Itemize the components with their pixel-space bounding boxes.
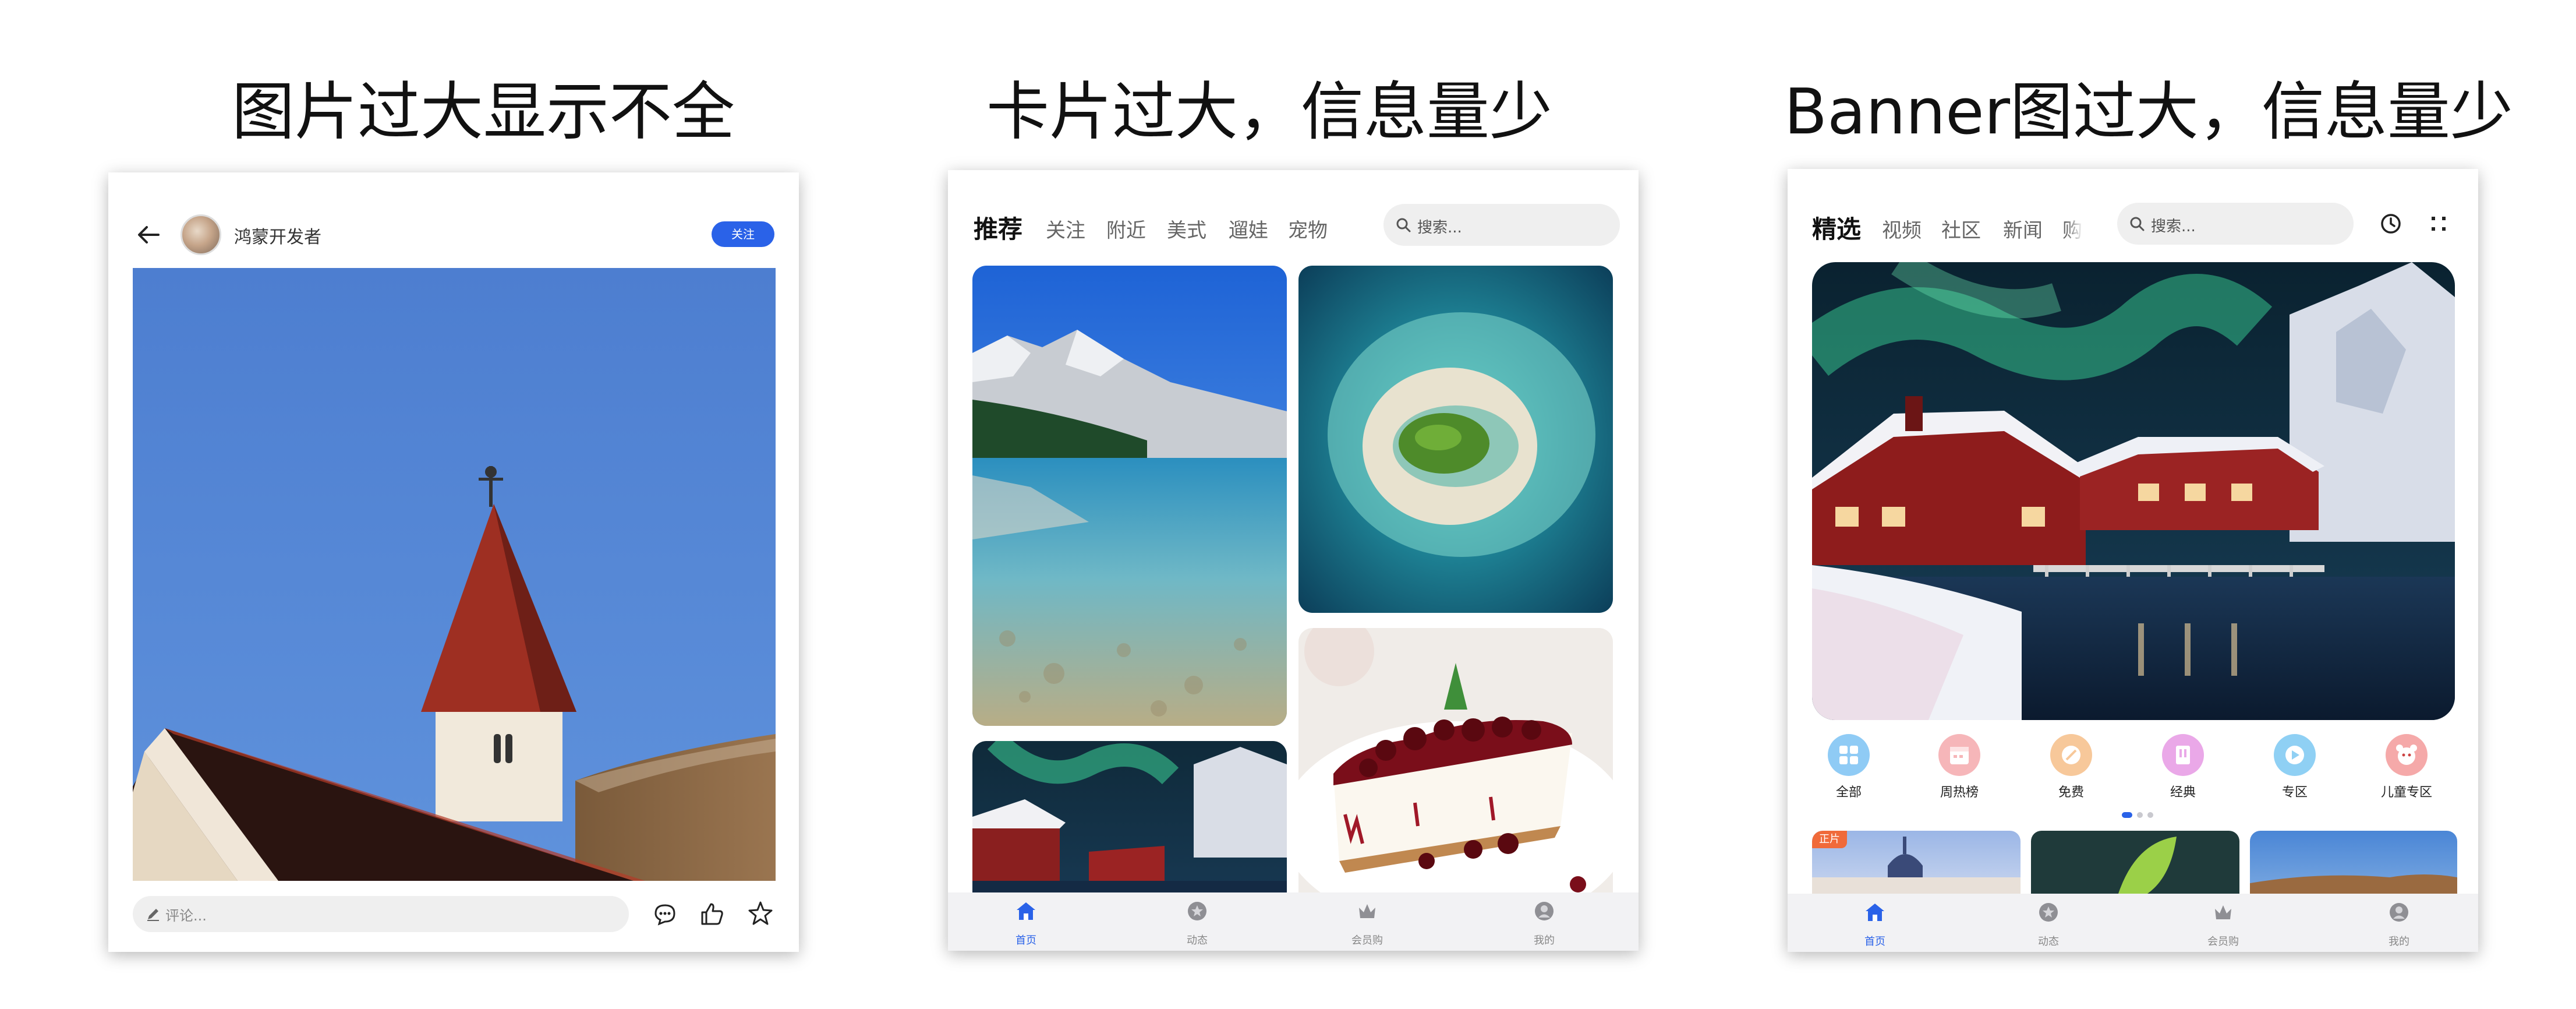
- tab-community[interactable]: 社区: [1941, 214, 1981, 243]
- caption-banner-too-large: Banner图过大，信息量少: [1784, 76, 2514, 149]
- search-input[interactable]: 搜索...: [2117, 203, 2354, 245]
- nav-home-label: 首页: [1864, 936, 1885, 948]
- badge-feature: 正片: [1812, 831, 1847, 848]
- nav-home[interactable]: 首页: [1840, 899, 1910, 950]
- bottom-nav: 首页 动态 会员购 我的: [1788, 894, 2478, 952]
- nav-vip-shop-label: 会员购: [2207, 936, 2239, 948]
- category-kids-label: 儿童专区: [2380, 785, 2432, 800]
- tab-recommend[interactable]: 推荐: [974, 210, 1022, 245]
- avatar[interactable]: [181, 214, 221, 255]
- tab-news[interactable]: 新闻: [2003, 214, 2043, 243]
- pager-dot[interactable]: [2137, 812, 2143, 818]
- nav-home[interactable]: 首页: [991, 898, 1061, 948]
- comment-placeholder: 评论...: [165, 908, 207, 924]
- nav-home-label: 首页: [1015, 934, 1036, 947]
- nav-vip-shop-label: 会员购: [1351, 934, 1383, 947]
- search-icon: [1395, 217, 1411, 233]
- category-weekly-hot[interactable]: 周热榜: [1916, 734, 2003, 800]
- nav-me[interactable]: 我的: [1509, 898, 1579, 948]
- tab-nearby[interactable]: 附近: [1106, 214, 1146, 243]
- search-placeholder: 搜索...: [1417, 219, 1462, 237]
- crown-icon: [2213, 902, 2234, 923]
- search-icon: [2129, 216, 2145, 232]
- thumb-leaf[interactable]: [2031, 831, 2239, 894]
- edit-icon: [144, 905, 162, 923]
- category-zone-label: 专区: [2281, 785, 2308, 800]
- star-icon[interactable]: [746, 899, 774, 927]
- nav-me-label: 我的: [2389, 936, 2409, 948]
- calendar-icon: [1938, 734, 1980, 776]
- ticket-icon: [2050, 734, 2092, 776]
- user-icon: [1534, 901, 1555, 922]
- category-classic-label: 经典: [2170, 785, 2196, 800]
- bottom-nav: 首页 动态 会员购 我的: [948, 892, 1639, 951]
- nav-activity-label: 动态: [1187, 934, 1208, 947]
- tab-fade: [2066, 204, 2083, 251]
- tab-american[interactable]: 美式: [1167, 214, 1206, 243]
- nav-vip-shop[interactable]: 会员购: [2188, 899, 2258, 950]
- feed-screen: 推荐 关注 附近 美式 遛娃 宠物 搜索... 首页 动态 会员购 我的: [948, 170, 1639, 951]
- pager-dot[interactable]: [2147, 812, 2153, 818]
- category-all-label: 全部: [1835, 785, 1862, 800]
- banner-screen: 精选 视频 社区 新闻 购 搜索...: [1788, 169, 2478, 952]
- activity-icon: [1187, 901, 1208, 922]
- nav-activity[interactable]: 动态: [1162, 898, 1232, 948]
- activity-icon: [2038, 902, 2059, 923]
- tab-video[interactable]: 视频: [1882, 214, 1922, 243]
- pager-dot-active[interactable]: [2122, 812, 2132, 818]
- tab-featured[interactable]: 精选: [1812, 210, 1861, 245]
- category-classic[interactable]: 经典: [2139, 734, 2227, 800]
- tab-follow[interactable]: 关注: [1046, 214, 1085, 243]
- scan-icon[interactable]: [2426, 211, 2451, 237]
- home-icon: [1015, 901, 1036, 922]
- nav-activity-label: 动态: [2038, 936, 2059, 948]
- crown-icon: [1357, 901, 1378, 922]
- post-detail-screen: 鸿蒙开发者 关注 评论...: [108, 172, 799, 952]
- book-icon: [2162, 734, 2204, 776]
- banner-aurora-cabins[interactable]: [1812, 262, 2455, 720]
- category-free-label: 免费: [2058, 785, 2084, 800]
- home-icon: [1864, 902, 1885, 923]
- kid-face-icon: [2386, 734, 2428, 776]
- nav-vip-shop[interactable]: 会员购: [1332, 898, 1402, 948]
- category-zone[interactable]: 专区: [2251, 734, 2338, 800]
- tab-kids[interactable]: 遛娃: [1229, 214, 1268, 243]
- play-icon: [2274, 734, 2316, 776]
- user-icon: [2389, 902, 2409, 923]
- caption-image-too-large: 图片过大显示不全: [231, 76, 735, 149]
- category-weekly-hot-label: 周热榜: [1940, 785, 1979, 800]
- category-free[interactable]: 免费: [2027, 734, 2115, 800]
- history-icon[interactable]: [2378, 211, 2404, 237]
- like-icon[interactable]: [699, 901, 726, 927]
- grid-icon: [1828, 734, 1870, 776]
- card-island-aerial[interactable]: [1298, 266, 1613, 613]
- tab-pets[interactable]: 宠物: [1288, 214, 1328, 243]
- card-mountain-lake[interactable]: [972, 266, 1287, 726]
- nav-activity[interactable]: 动态: [2014, 899, 2083, 950]
- comment-input[interactable]: 评论...: [133, 896, 629, 932]
- thumb-desert[interactable]: [2250, 831, 2457, 894]
- search-input[interactable]: 搜索...: [1383, 204, 1620, 246]
- author-name[interactable]: 鸿蒙开发者: [234, 223, 321, 248]
- caption-card-too-large: 卡片过大，信息量少: [986, 76, 1552, 149]
- search-placeholder: 搜索...: [2151, 218, 2196, 235]
- post-image-church: [133, 268, 776, 881]
- category-kids[interactable]: 儿童专区: [2363, 734, 2450, 800]
- thumb-cathedral[interactable]: 正片: [1812, 831, 2021, 894]
- nav-me[interactable]: 我的: [2364, 899, 2434, 950]
- follow-button[interactable]: 关注: [712, 221, 774, 247]
- comment-icon[interactable]: [652, 902, 678, 927]
- category-all[interactable]: 全部: [1805, 734, 1892, 800]
- back-arrow-icon[interactable]: [134, 220, 163, 249]
- nav-me-label: 我的: [1534, 934, 1555, 947]
